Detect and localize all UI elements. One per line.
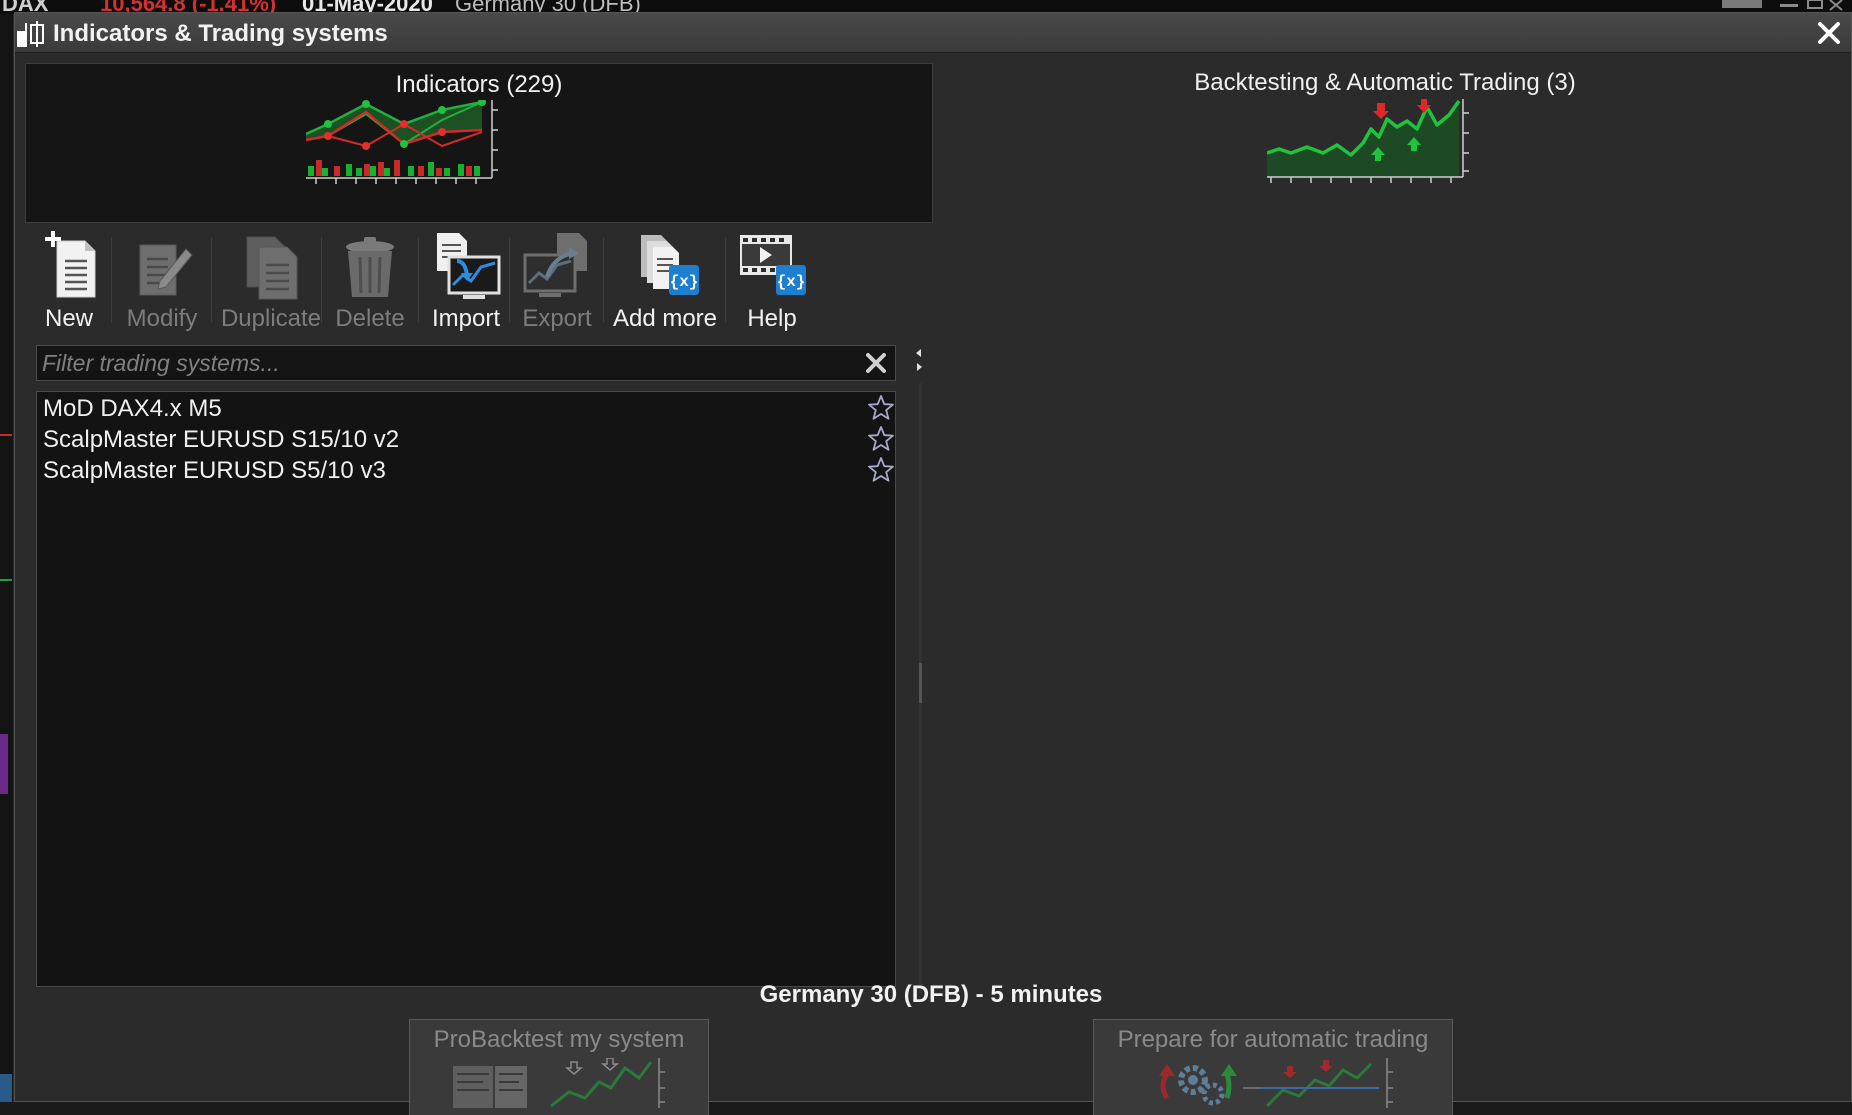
tab-indicators[interactable]: Indicators (229) xyxy=(25,63,933,223)
filter-box xyxy=(36,345,896,381)
indicators-chart-icon xyxy=(306,100,498,184)
delete-button[interactable]: Delete xyxy=(330,231,410,337)
import-icon xyxy=(437,233,501,299)
system-name: ScalpMaster EURUSD S5/10 v3 xyxy=(43,457,386,484)
backtest-report-icon xyxy=(453,1058,665,1108)
toolbar-separator xyxy=(725,237,726,323)
svg-text:{x}: {x} xyxy=(670,273,699,291)
trading-systems-panel: New Modify Duplicate Delete Import Expor… xyxy=(25,223,933,993)
trading-systems-list: MoD DAX4.x M5 ScalpMaster EURUSD S15/10 … xyxy=(36,391,896,987)
automatic-trading-button[interactable]: Prepare for automatic trading xyxy=(1093,1019,1453,1115)
tab-indicators-label: Indicators (229) xyxy=(395,71,563,98)
import-button-label: Import xyxy=(431,305,500,332)
toolbar-separator xyxy=(111,237,112,323)
new-button[interactable]: New xyxy=(35,231,103,337)
backtesting-chart-icon xyxy=(1267,99,1469,183)
filter-input[interactable] xyxy=(37,346,837,380)
clear-filter-icon[interactable] xyxy=(863,350,889,376)
list-item[interactable]: MoD DAX4.x M5 xyxy=(37,392,895,423)
duplicate-button-label: Duplicate xyxy=(220,305,322,332)
toolbar-separator xyxy=(603,237,604,323)
toolbar-separator xyxy=(321,237,322,323)
help-button-label: Help xyxy=(747,305,797,332)
export-button[interactable]: Export xyxy=(517,231,597,337)
probacktest-button[interactable]: ProBacktest my system xyxy=(409,1019,709,1115)
add-more-button[interactable]: {x} Add more xyxy=(609,231,721,337)
toolbar-separator xyxy=(211,237,212,323)
automatic-trading-icon xyxy=(1159,1058,1393,1108)
star-icon[interactable] xyxy=(867,394,895,422)
modify-button-label: Modify xyxy=(126,305,198,332)
dialog-titlebar[interactable]: Indicators & Trading systems xyxy=(15,13,1851,53)
new-document-icon xyxy=(45,231,96,298)
toolbar-separator xyxy=(418,237,419,323)
automatic-trading-button-label: Prepare for automatic trading xyxy=(1117,1026,1429,1053)
tab-backtesting[interactable]: Backtesting & Automatic Trading (3) xyxy=(933,63,1837,223)
close-icon[interactable] xyxy=(1813,17,1845,49)
trash-icon xyxy=(346,237,394,297)
probacktest-button-label: ProBacktest my system xyxy=(433,1026,685,1053)
star-icon[interactable] xyxy=(867,456,895,484)
help-video-icon: {x} xyxy=(740,235,806,295)
toolbar: New Modify Duplicate Delete Import Expor… xyxy=(25,223,905,341)
splitter-grip[interactable] xyxy=(919,663,922,703)
duplicate-button[interactable]: Duplicate xyxy=(219,231,323,337)
toolbar-separator xyxy=(509,237,510,323)
indicators-trading-dialog: Indicators & Trading systems Indicators … xyxy=(14,12,1852,1115)
modify-pencil-icon xyxy=(139,244,193,296)
help-button[interactable]: {x} Help xyxy=(731,231,813,337)
duplicate-icon xyxy=(246,236,298,300)
instrument-timeframe-label: Germany 30 (DFB) - 5 minutes xyxy=(759,981,1103,1008)
svg-text:{x}: {x} xyxy=(777,273,806,291)
star-icon[interactable] xyxy=(867,425,895,453)
add-more-library-icon: {x} xyxy=(641,235,699,295)
background-chart-edge xyxy=(0,14,14,1102)
dialog-title: Indicators & Trading systems xyxy=(53,20,388,47)
window-app-icon xyxy=(17,21,44,47)
import-button[interactable]: Import xyxy=(427,231,505,337)
tab-backtesting-label: Backtesting & Automatic Trading (3) xyxy=(1194,69,1576,96)
add-more-button-label: Add more xyxy=(612,305,718,332)
export-button-label: Export xyxy=(522,305,592,332)
export-icon xyxy=(523,233,587,297)
modify-button[interactable]: Modify xyxy=(120,231,204,337)
system-name: ScalpMaster EURUSD S15/10 v2 xyxy=(43,426,400,453)
new-button-label: New xyxy=(44,305,93,332)
collapse-panel-icon[interactable] xyxy=(913,345,925,375)
list-item[interactable]: ScalpMaster EURUSD S5/10 v3 xyxy=(37,454,895,485)
system-name: MoD DAX4.x M5 xyxy=(43,395,222,422)
list-item[interactable]: ScalpMaster EURUSD S15/10 v2 xyxy=(37,423,895,454)
delete-button-label: Delete xyxy=(335,305,405,332)
